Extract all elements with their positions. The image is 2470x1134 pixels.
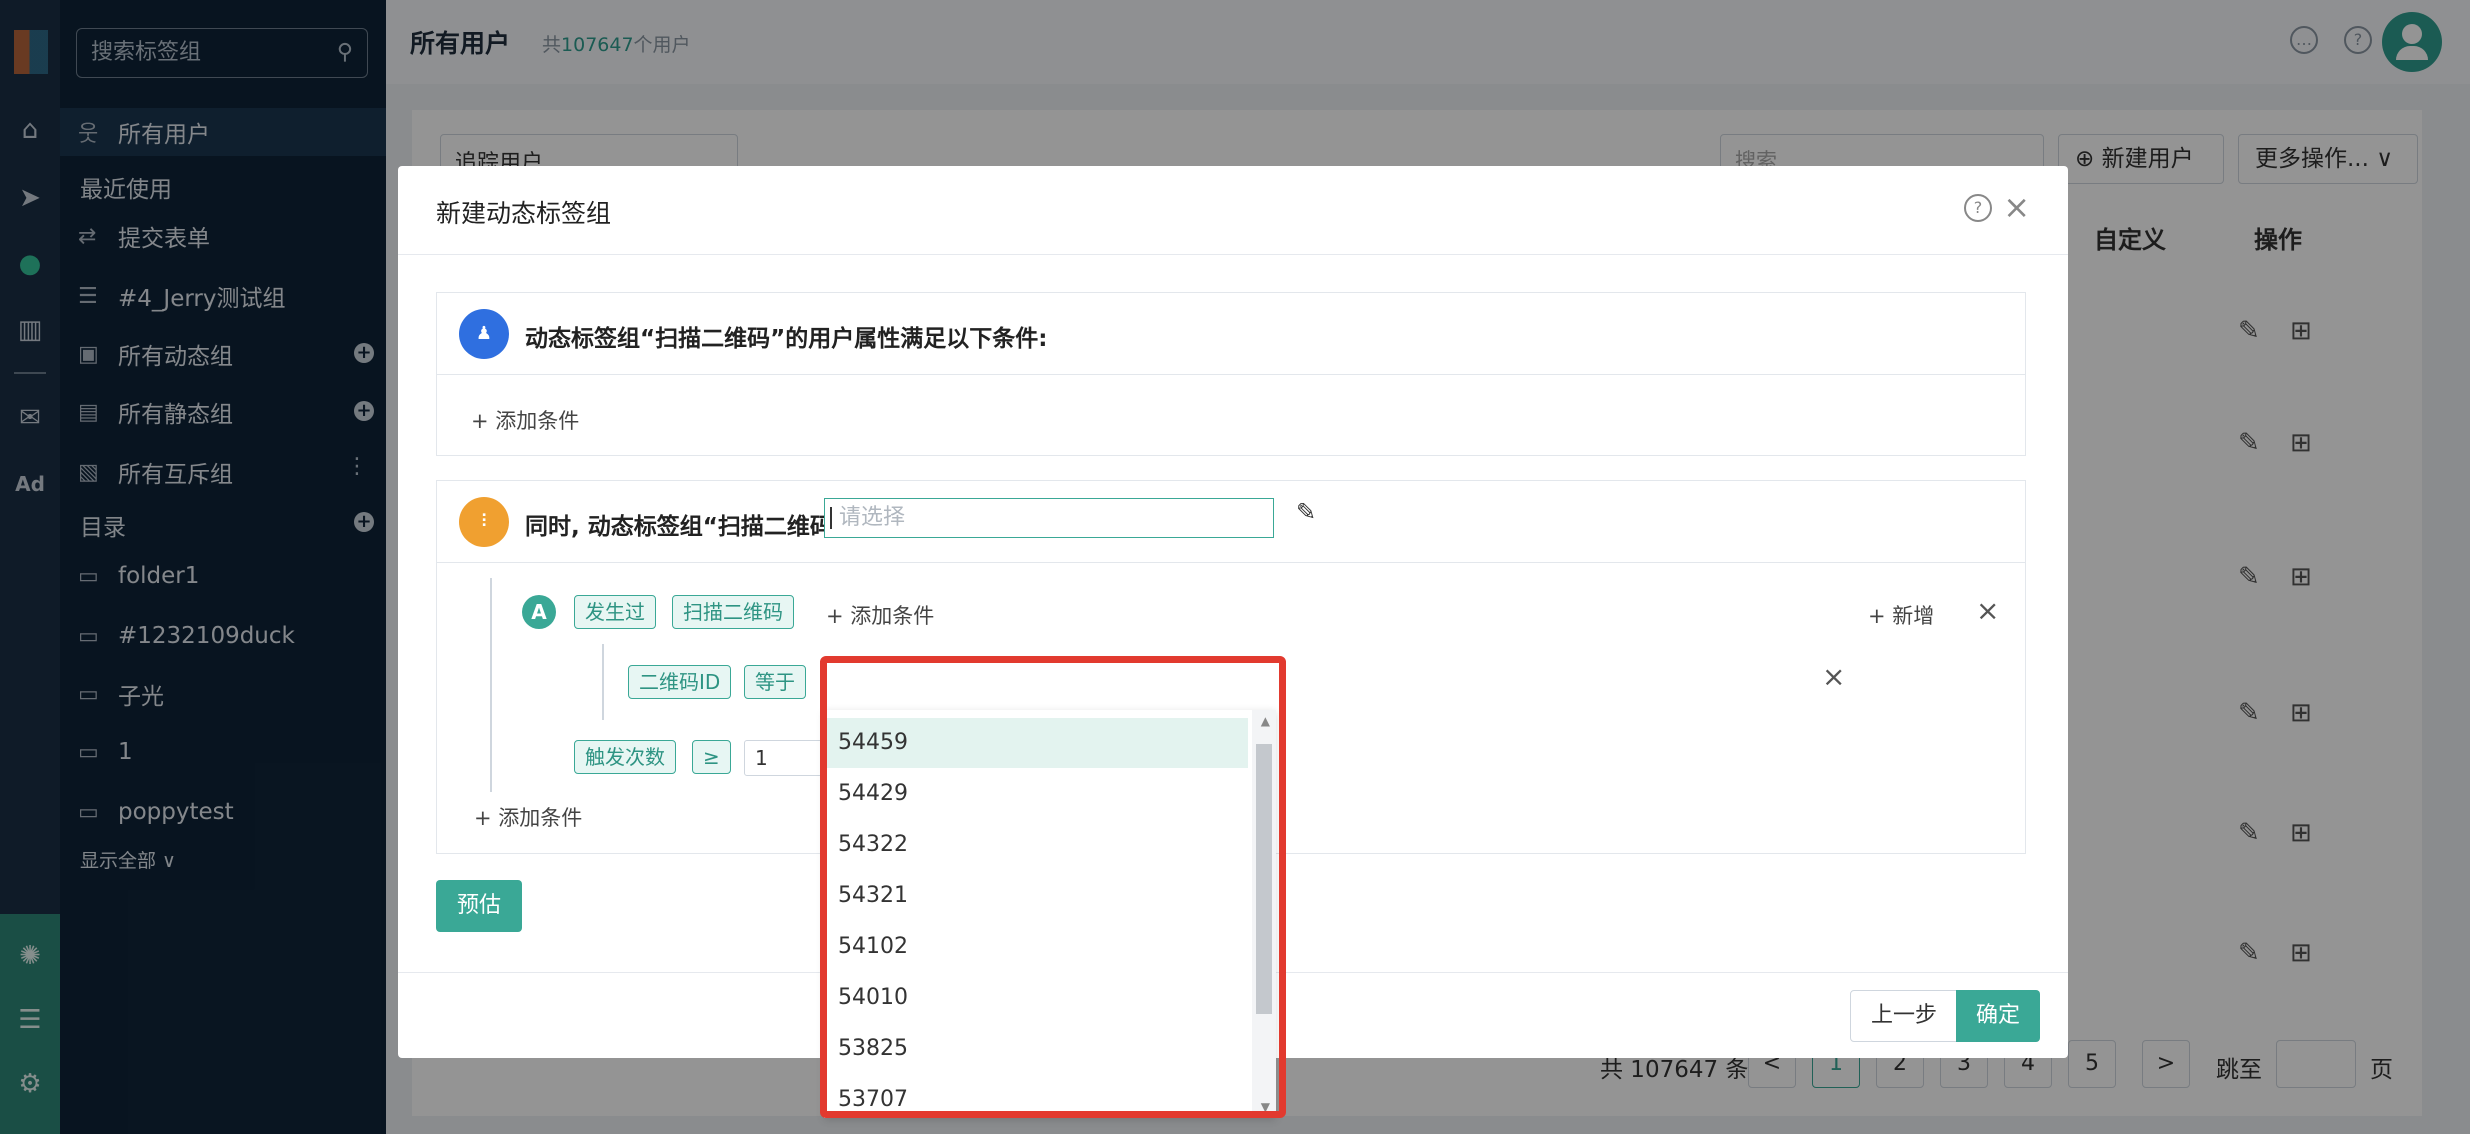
add-condition-bottom-button[interactable]: + 添加条件 — [474, 802, 582, 832]
sub-condition-line — [602, 644, 604, 720]
operator-equals-tag[interactable]: 等于 — [744, 665, 806, 699]
close-icon[interactable]: × — [2003, 188, 2030, 226]
remove-event-icon[interactable]: × — [1976, 594, 1999, 627]
prev-step-button[interactable]: 上一步 — [1850, 990, 1958, 1042]
confirm-button[interactable]: 确定 — [1956, 990, 2040, 1042]
event-icon: ⫶ — [459, 497, 509, 547]
modal-title: 新建动态标签组 — [436, 199, 612, 228]
event-tree-line — [490, 578, 492, 792]
help-icon[interactable]: ? — [1964, 194, 1992, 222]
section-header: ♟ 动态标签组“扫描二维码”的用户属性满足以下条件: — [437, 293, 2025, 375]
event-marker: A — [522, 595, 556, 629]
trigger-count-tag[interactable]: 触发次数 — [574, 740, 676, 774]
operator-gte-tag[interactable]: ≥ — [692, 740, 731, 774]
event-occurred-tag[interactable]: 发生过 — [574, 595, 656, 629]
user-attribute-icon: ♟ — [459, 309, 509, 359]
modal-header-divider — [398, 254, 2068, 255]
highlight-box — [820, 656, 1286, 1118]
estimate-button[interactable]: 预估 — [436, 880, 522, 932]
add-condition-button[interactable]: + 添加条件 — [471, 405, 579, 435]
pencil-icon[interactable]: ✎ — [1296, 498, 1316, 526]
qrcode-id-select[interactable]: 请选择 — [824, 498, 1274, 538]
user-attribute-section: ♟ 动态标签组“扫描二维码”的用户属性满足以下条件: + 添加条件 — [436, 292, 2026, 456]
add-condition-inline-button[interactable]: + 添加条件 — [826, 600, 934, 630]
qrcode-id-tag[interactable]: 二维码ID — [628, 665, 732, 699]
add-new-button[interactable]: + 新增 — [1868, 600, 1934, 630]
remove-condition-icon[interactable]: × — [1822, 660, 1845, 693]
event-name-tag[interactable]: 扫描二维码 — [672, 595, 794, 629]
section-title: 动态标签组“扫描二维码”的用户属性满足以下条件: — [525, 326, 1048, 352]
trigger-count-input[interactable]: 1 — [744, 740, 824, 776]
